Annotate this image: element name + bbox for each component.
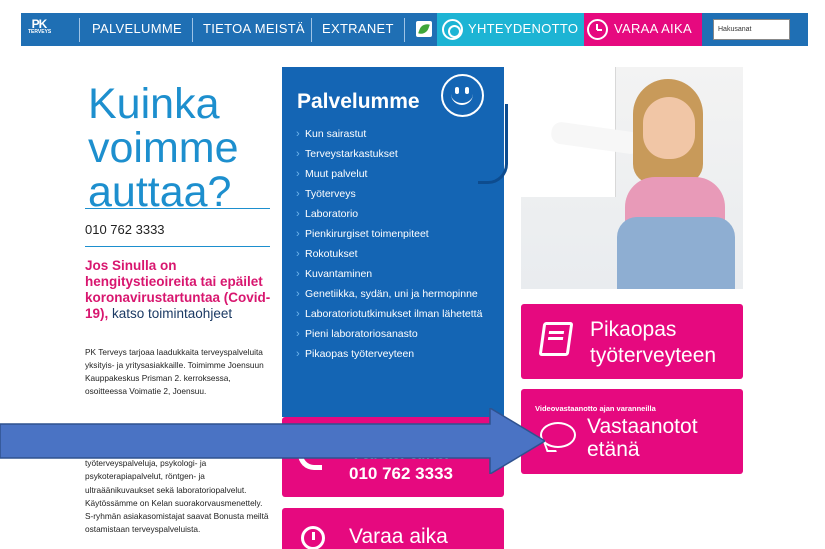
- covid-instructions-link[interactable]: katso toimintaohjeet: [108, 306, 232, 321]
- service-link-muut-palvelut[interactable]: Muut palvelut: [296, 168, 491, 181]
- search-input[interactable]: Hakusanat: [713, 19, 790, 40]
- intro-paragraph: PK Terveys tarjoaa laadukkaita terveyspa…: [85, 347, 264, 396]
- contact-icon: [442, 19, 463, 40]
- smiley-mouth: [451, 93, 473, 105]
- service-link-laboratorio[interactable]: Laboratorio: [296, 208, 491, 221]
- service-link-tyoterveys[interactable]: Työterveys: [296, 188, 491, 201]
- service-link-terveystarkastukset[interactable]: Terveystarkastukset: [296, 148, 491, 161]
- service-link-kuvantaminen[interactable]: Kuvantaminen: [296, 268, 491, 281]
- service-link-laboratoriotutkimukset[interactable]: Laboratoriotutkimukset ilman lähetettä: [296, 308, 491, 321]
- divider: [85, 208, 270, 209]
- covid-notice: Jos Sinulla on hengitystieoireita tai ep…: [85, 258, 275, 322]
- pk-logo[interactable]: PK TERVEYS: [28, 17, 52, 41]
- book-online-line1: Varaa aika: [349, 525, 448, 548]
- service-link-pienkirurgiset[interactable]: Pienkirurgiset toimenpiteet: [296, 228, 491, 241]
- pikaopas-line2: työterveyteen: [590, 344, 717, 367]
- pikaopas-line1: Pikaopas: [590, 318, 677, 341]
- child-face: [643, 97, 695, 159]
- services-title: Palvelumme: [297, 90, 420, 113]
- logo-subtext: TERVEYS: [28, 29, 52, 35]
- nav-link-palvelumme[interactable]: PALVELUMME: [92, 21, 182, 36]
- top-navigation: PK TERVEYS PALVELUMME TIETOA MEISTÄ EXTR…: [0, 0, 825, 58]
- contact-label[interactable]: YHTEYDENOTTO: [468, 21, 578, 36]
- logo-text: PK: [31, 17, 48, 31]
- chat-icon: [540, 422, 576, 448]
- nav-link-tietoa-meista[interactable]: TIETOA MEISTÄ: [203, 21, 305, 36]
- hero-photo: [521, 67, 743, 289]
- service-link-pikaopas[interactable]: Pikaopas työterveyteen: [296, 348, 491, 361]
- services-menu: Kun sairastut Terveystarkastukset Muut p…: [296, 128, 491, 368]
- divider: [85, 246, 270, 247]
- service-link-genetiikka[interactable]: Genetiikka, sydän, uni ja hermopinne: [296, 288, 491, 301]
- book-icon: [538, 322, 574, 356]
- clock-icon: [301, 526, 325, 549]
- annotation-arrow: [0, 408, 545, 474]
- service-link-laboratoriosanasto[interactable]: Pieni laboratoriosanasto: [296, 328, 491, 341]
- remote-line1: Vastaanotot: [587, 415, 698, 438]
- book-label[interactable]: VARAA AIKA: [614, 21, 692, 36]
- video-notice: Videovastaanotto ajan varanneilla: [535, 404, 656, 413]
- nav-separator: [404, 18, 405, 42]
- annotation-arrow-shape: [0, 408, 545, 474]
- service-link-rokotukset[interactable]: Rokotukset: [296, 248, 491, 261]
- phone-number[interactable]: 010 762 3333: [85, 222, 165, 237]
- smiley-icon: [441, 74, 484, 117]
- clock-icon: [587, 19, 608, 40]
- nav-separator: [79, 18, 80, 42]
- nav-separator: [192, 18, 193, 42]
- nav-separator: [311, 18, 312, 42]
- page-title: Kuinka voimme auttaa?: [88, 80, 239, 216]
- remote-line2: etänä: [587, 438, 640, 461]
- child-dress: [617, 217, 735, 289]
- nav-link-extranet[interactable]: EXTRANET: [322, 21, 394, 36]
- service-link-kun-sairastut[interactable]: Kun sairastut: [296, 128, 491, 141]
